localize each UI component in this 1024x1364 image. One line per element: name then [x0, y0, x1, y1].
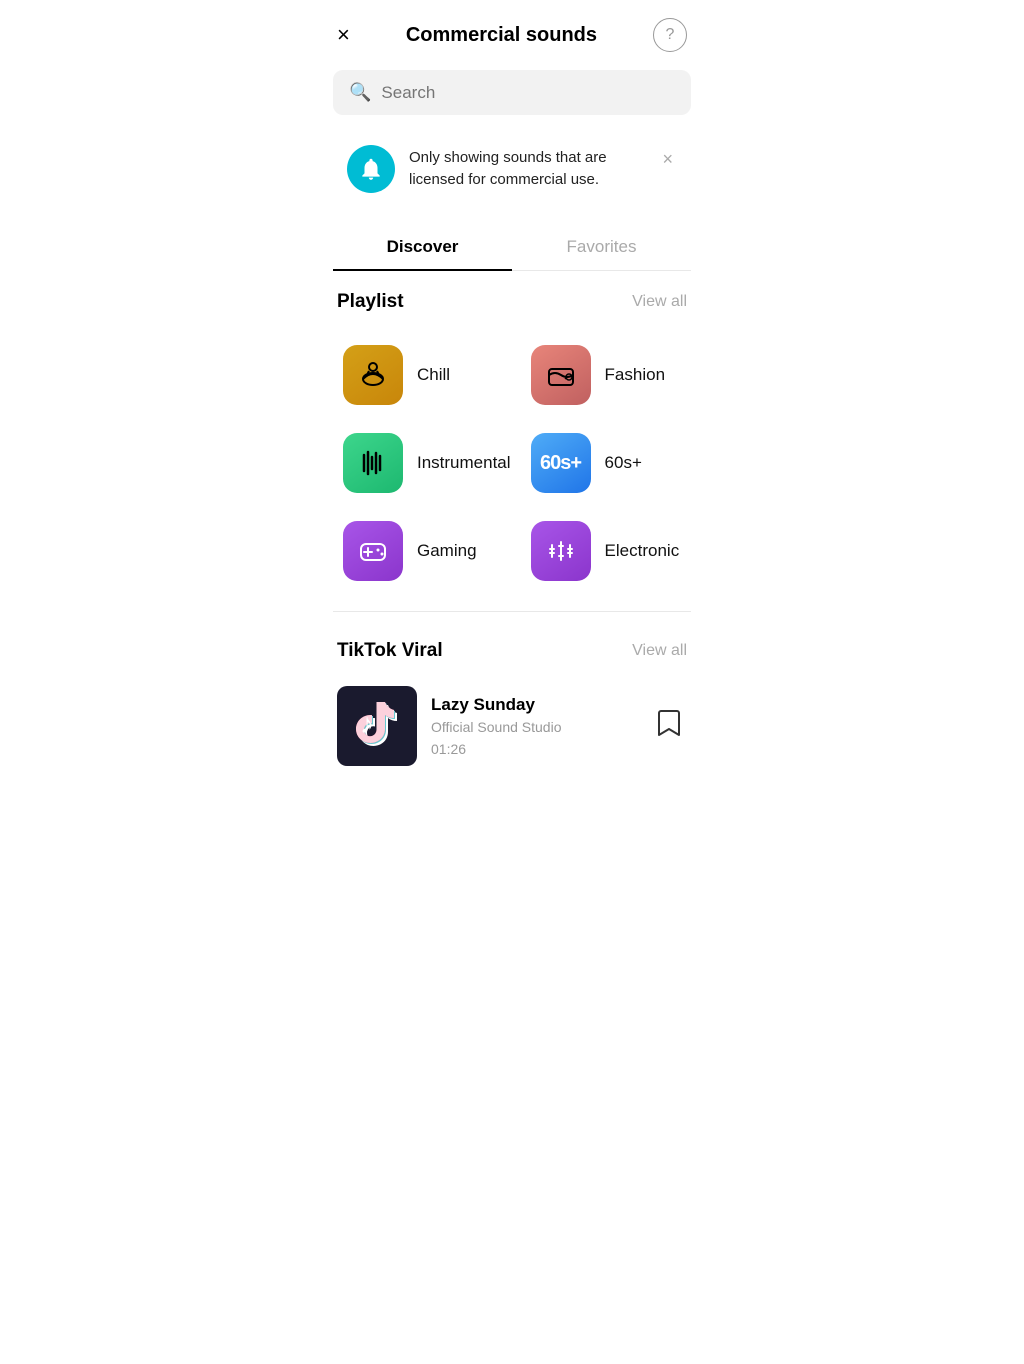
playlist-item-gaming[interactable]: Gaming	[333, 507, 521, 595]
search-icon: 🔍	[349, 82, 371, 103]
gaming-label: Gaming	[417, 541, 477, 561]
bookmark-button[interactable]	[651, 703, 687, 750]
tab-favorites[interactable]: Favorites	[512, 223, 691, 270]
notice-banner: Only showing sounds that are licensed fo…	[333, 131, 691, 207]
search-input[interactable]	[381, 83, 675, 103]
song-item-lazy-sunday[interactable]: ♪ Lazy Sunday Official Sound Studio 01:2…	[317, 676, 707, 776]
song-title: Lazy Sunday	[431, 695, 637, 715]
chill-svg	[355, 357, 391, 393]
electronic-icon	[531, 521, 591, 581]
section-divider	[333, 611, 691, 612]
fashion-icon	[531, 345, 591, 405]
electronic-label: Electronic	[605, 541, 680, 561]
page-title: Commercial sounds	[406, 24, 597, 47]
bell-svg	[358, 156, 384, 182]
playlist-view-all[interactable]: View all	[632, 293, 687, 311]
60s-label: 60s+	[605, 453, 642, 473]
viral-section-header: TikTok Viral View all	[317, 620, 707, 676]
fashion-svg	[543, 357, 579, 393]
close-button[interactable]: ×	[337, 24, 350, 46]
svg-text:♪: ♪	[360, 708, 374, 739]
playlist-item-chill[interactable]: Chill	[333, 331, 521, 419]
playlist-section-header: Playlist View all	[317, 271, 707, 327]
header: × Commercial sounds ?	[317, 0, 707, 66]
notice-close-button[interactable]: ×	[658, 145, 677, 174]
60s-text: 60s+	[540, 452, 581, 475]
playlist-item-electronic[interactable]: Electronic	[521, 507, 691, 595]
instrumental-svg	[355, 445, 391, 481]
instrumental-label: Instrumental	[417, 453, 511, 473]
electronic-svg	[543, 533, 579, 569]
song-info: Lazy Sunday Official Sound Studio 01:26	[431, 695, 637, 757]
tab-discover[interactable]: Discover	[333, 223, 512, 271]
viral-title: TikTok Viral	[337, 640, 443, 662]
60s-icon: 60s+	[531, 433, 591, 493]
playlist-title: Playlist	[337, 291, 404, 313]
song-duration: 01:26	[431, 741, 637, 757]
bookmark-icon	[657, 709, 681, 737]
playlist-item-fashion[interactable]: Fashion	[521, 331, 691, 419]
notice-text: Only showing sounds that are licensed fo…	[409, 147, 658, 192]
help-icon: ?	[666, 26, 675, 44]
tab-bar: Discover Favorites	[333, 223, 691, 271]
instrumental-icon	[343, 433, 403, 493]
gaming-svg	[355, 533, 391, 569]
help-button[interactable]: ?	[653, 18, 687, 52]
chill-icon	[343, 345, 403, 405]
fashion-label: Fashion	[605, 365, 665, 385]
chill-label: Chill	[417, 365, 450, 385]
playlist-grid: Chill Fashion Instrumental	[317, 327, 707, 603]
viral-section: TikTok Viral View all ♪ Lazy Sunday Offi…	[317, 620, 707, 796]
gaming-icon	[343, 521, 403, 581]
playlist-item-instrumental[interactable]: Instrumental	[333, 419, 521, 507]
song-thumbnail: ♪	[337, 686, 417, 766]
playlist-item-60s[interactable]: 60s+ 60s+	[521, 419, 691, 507]
viral-view-all[interactable]: View all	[632, 642, 687, 660]
search-bar[interactable]: 🔍	[333, 70, 691, 115]
notice-bell-icon	[347, 145, 395, 193]
tiktok-logo-svg: ♪	[352, 697, 402, 755]
song-artist: Official Sound Studio	[431, 719, 637, 735]
